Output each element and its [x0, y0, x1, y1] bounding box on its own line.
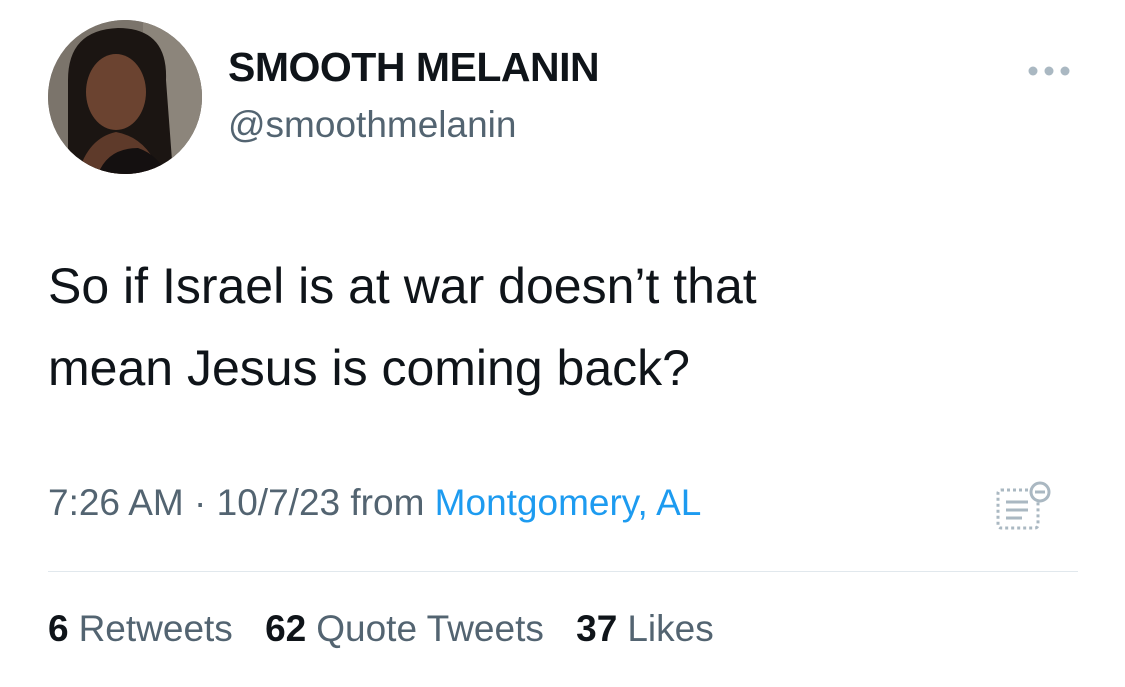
meta-separator: ·	[194, 482, 207, 523]
tweet-metadata: 7:26 AM · 10/7/23 from Montgomery, AL	[48, 482, 701, 524]
retweets-label: Retweets	[78, 608, 233, 649]
view-analytics-icon	[996, 481, 1051, 530]
quote-tweets-count: 62	[265, 608, 307, 649]
more-horizontal-icon	[1028, 66, 1070, 76]
tweet-text-line: mean Jesus is coming back?	[48, 340, 690, 396]
divider	[48, 571, 1078, 572]
retweets-stat[interactable]: 6 Retweets	[48, 608, 233, 650]
quote-tweets-stat[interactable]: 62 Quote Tweets	[265, 608, 544, 650]
author-display-name[interactable]: SMOOTH MELANIN	[228, 44, 600, 91]
from-label: from	[350, 482, 425, 523]
tweet-text-line: So if Israel is at war doesn’t that	[48, 258, 757, 314]
retweets-count: 6	[48, 608, 69, 649]
tweet-time[interactable]: 7:26 AM	[48, 482, 184, 523]
author-handle[interactable]: @smoothmelanin	[228, 104, 516, 146]
more-options-button[interactable]	[1025, 56, 1073, 86]
likes-label: Likes	[627, 608, 714, 649]
likes-stat[interactable]: 37 Likes	[576, 608, 714, 650]
avatar-photo	[48, 20, 202, 174]
quote-tweets-label: Quote Tweets	[316, 608, 544, 649]
likes-count: 37	[576, 608, 618, 649]
tweet-text: So if Israel is at war doesn’t that mean…	[48, 245, 1088, 409]
view-analytics-button[interactable]	[994, 480, 1054, 532]
tweet-location-link[interactable]: Montgomery, AL	[435, 482, 702, 523]
avatar[interactable]	[48, 20, 202, 174]
tweet-date[interactable]: 10/7/23	[217, 482, 340, 523]
tweet-stats: 6 Retweets 62 Quote Tweets 37 Likes	[48, 608, 736, 650]
